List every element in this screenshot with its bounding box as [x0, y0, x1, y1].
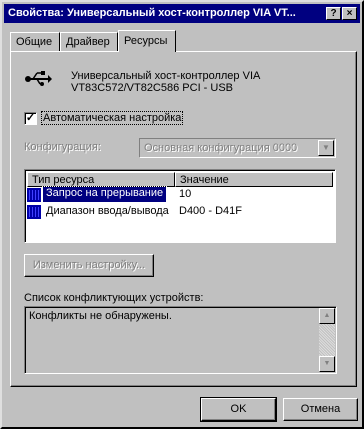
conflicts-scrollbar[interactable]: ▲ ▼	[319, 308, 335, 372]
conflicts-label: Список конфликтующих устройств:	[24, 292, 204, 304]
change-settings-button[interactable]: Изменить настройку...	[24, 254, 154, 277]
table-row[interactable]: Диапазон ввода/вывода D400 - D41F	[27, 204, 333, 220]
tab-driver[interactable]: Драйвер	[60, 32, 118, 52]
auto-config-checkbox[interactable]: ✓	[24, 112, 37, 125]
cancel-button[interactable]: Отмена	[283, 398, 358, 421]
auto-config-label-text: Автоматическая настройка	[40, 111, 184, 125]
configuration-select[interactable]: Основная конфигурация 0000 ▼	[139, 138, 336, 158]
tab-resources[interactable]: Ресурсы	[118, 30, 176, 52]
usb-icon	[24, 69, 52, 89]
resource-type-irq: Запрос на прерывание	[41, 186, 168, 203]
close-button[interactable]: ×	[342, 7, 357, 20]
column-header-type[interactable]: Тип ресурса	[27, 172, 175, 187]
resource-value-irq: 10	[179, 188, 192, 200]
device-name: Универсальный хост-контроллер VIA VT83C5…	[71, 70, 260, 94]
resource-icon	[27, 205, 41, 219]
title-bar[interactable]: Свойства: Универсальный хост-контроллер …	[4, 4, 360, 23]
conflicts-text: Конфликты не обнаружены.	[29, 310, 172, 322]
resource-icon	[27, 188, 41, 202]
scroll-up-icon[interactable]: ▲	[319, 308, 335, 324]
auto-config-label[interactable]: Автоматическая настройка	[40, 111, 184, 125]
chevron-down-icon[interactable]: ▼	[318, 140, 334, 156]
scroll-down-icon[interactable]: ▼	[319, 356, 335, 372]
ok-button[interactable]: OK	[200, 397, 277, 422]
column-header-value[interactable]: Значение	[175, 172, 333, 187]
help-button[interactable]: ?	[326, 7, 341, 20]
device-name-line2: VT83C572/VT82C586 PCI - USB	[71, 82, 234, 94]
conflicts-textarea[interactable]: Конфликты не обнаружены. ▲ ▼	[24, 306, 337, 374]
resources-list[interactable]: Тип ресурса Значение Запрос на прерывани…	[24, 169, 336, 243]
table-row[interactable]: Запрос на прерывание 10	[27, 186, 333, 203]
resource-value-io: D400 - D41F	[179, 205, 242, 217]
device-name-line1: Универсальный хост-контроллер VIA	[71, 70, 261, 82]
tab-general[interactable]: Общие	[10, 32, 60, 52]
configuration-value: Основная конфигурация 0000	[144, 142, 298, 154]
window-title: Свойства: Универсальный хост-контроллер …	[8, 7, 296, 19]
resource-type-io: Диапазон ввода/вывода	[46, 205, 169, 217]
properties-dialog: Свойства: Универсальный хост-контроллер …	[0, 0, 364, 429]
configuration-label: Конфигурация:	[24, 141, 101, 153]
